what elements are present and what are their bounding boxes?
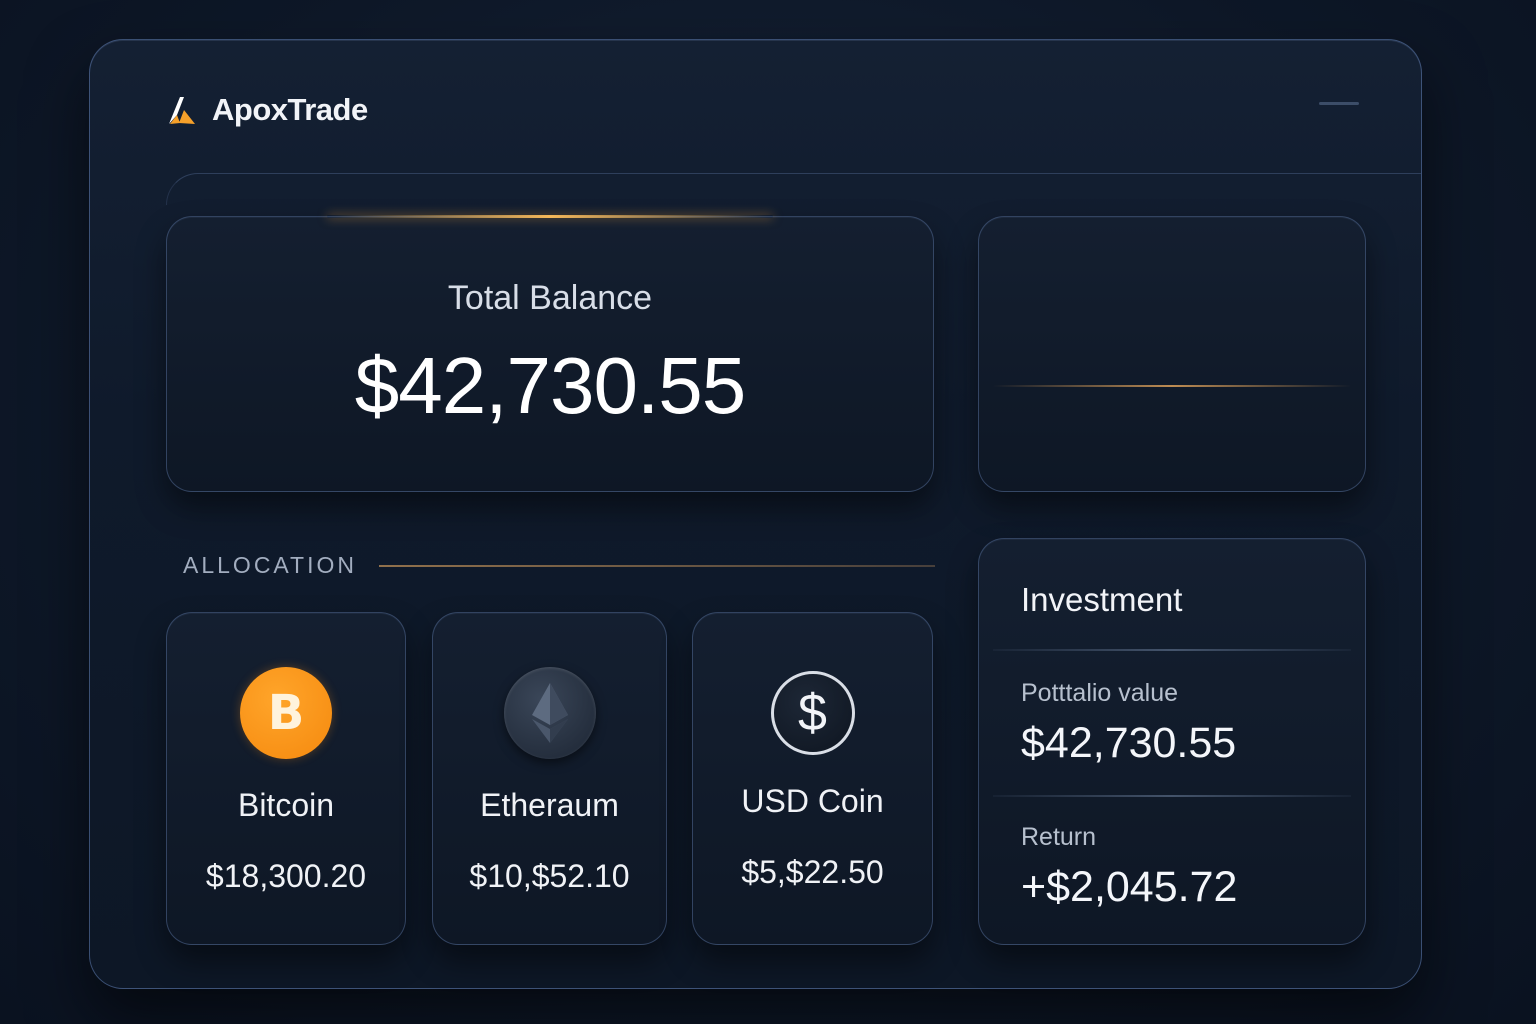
coin-value: $5,$22.50 xyxy=(741,854,884,890)
header-divider xyxy=(166,173,1421,205)
coin-name: Bitcoin xyxy=(237,787,335,823)
portfolio-value-label: Potttalio value xyxy=(1021,679,1179,707)
accent-line xyxy=(993,385,1351,387)
return-label: Return xyxy=(1021,823,1097,851)
side-card xyxy=(978,216,1366,492)
menu-icon xyxy=(1319,102,1359,105)
allocation-header: ALLOCATION xyxy=(183,552,935,579)
dashboard-window: ApoxTrade Total Balance $42,730.55 ALLOC… xyxy=(89,39,1422,989)
coin-value: $18,300.20 xyxy=(205,858,367,894)
total-balance-label: Total Balance xyxy=(447,279,653,317)
coin-name: USD Coin xyxy=(741,783,884,819)
coin-value: $10,$52.10 xyxy=(469,858,630,894)
apex-logo-icon xyxy=(169,97,195,124)
allocation-divider xyxy=(379,564,935,567)
investment-card[interactable]: Investment Potttalio value $42,730.55 Re… xyxy=(978,538,1366,945)
app-header: ApoxTrade xyxy=(166,92,368,128)
total-balance-value: $42,730.55 xyxy=(354,341,746,430)
investment-title: Investment xyxy=(1021,581,1183,618)
coin-card-ethereum[interactable]: Etheraum $10,$52.10 xyxy=(432,612,667,945)
ethereum-icon xyxy=(503,667,596,759)
portfolio-value: $42,730.55 xyxy=(1021,719,1237,767)
allocation-title: ALLOCATION xyxy=(183,552,357,578)
coin-card-bitcoin[interactable]: B Bitcoin $18,300.20 xyxy=(166,612,406,945)
return-value: +$2,045.72 xyxy=(1021,863,1238,911)
menu-button[interactable] xyxy=(1319,98,1359,112)
usd-coin-icon: $ xyxy=(770,671,855,755)
coin-card-usd-coin[interactable]: $ USD Coin $5,$22.50 xyxy=(692,612,933,945)
bitcoin-icon: B xyxy=(240,667,332,759)
divider xyxy=(993,795,1351,797)
divider xyxy=(993,649,1351,651)
app-name: ApoxTrade xyxy=(212,92,368,127)
coin-name: Etheraum xyxy=(480,787,619,823)
accent-glow xyxy=(327,215,773,218)
total-balance-card[interactable]: Total Balance $42,730.55 xyxy=(166,215,934,492)
